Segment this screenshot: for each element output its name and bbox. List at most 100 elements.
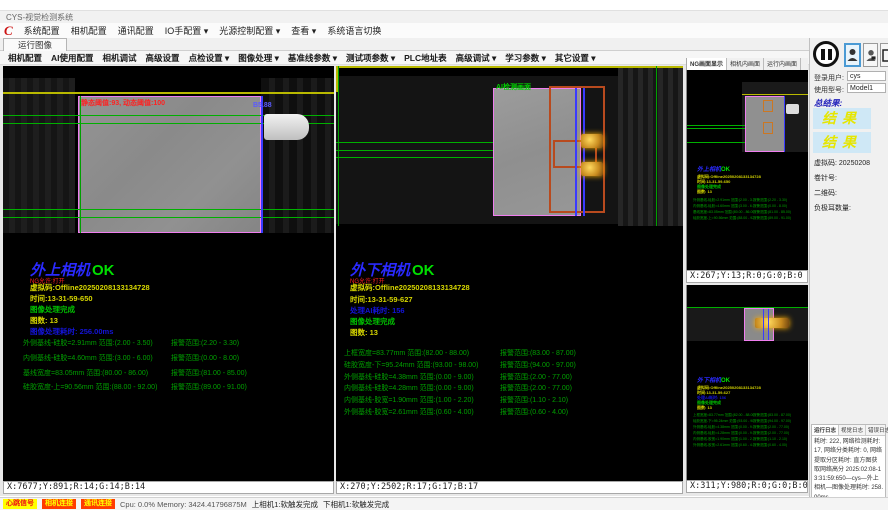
measurement-alarm: 报警范围:(2.00 - 77.00) (500, 383, 572, 393)
virtual-code-label: 虚拟码: 20250208 (814, 158, 870, 168)
overlay-green-vline (656, 66, 657, 226)
log-panel: 运行日志 视觉日志 错误日志 耗时: 222, 网络检测耗时: 17, 网络分类… (811, 424, 886, 505)
tab-connector (264, 114, 309, 140)
upper-camera-trigger-text: 上相机1:软触发完成 (252, 499, 318, 510)
mini-count-line: 图数: 13 (697, 405, 712, 411)
measurement-alarm: 报警范围:(89.00 - 91.00) (753, 216, 805, 221)
measurement-value: 上框宽度=83.77mm 范围:(82.00 - 88.00) (344, 348, 500, 358)
mini-measurement-row: 内侧基线-胶宽=1.90mm 范围:(1.00 - 2.20) 报警范围:(1.… (693, 437, 805, 442)
tool-spot-check[interactable]: 点检设置 ▾ (189, 52, 230, 64)
virtual-code-line: 虚拟码:Offline20250208133134728 (30, 282, 150, 293)
model-field[interactable]: Model1 (847, 83, 886, 93)
preview-tab-run[interactable]: 运行内画面 (764, 58, 801, 70)
menu-comm-config[interactable]: 通讯配置 (118, 24, 154, 37)
menu-light-config[interactable]: 光源控制配置 ▾ (219, 24, 280, 37)
camera-name: 外上相机 (697, 167, 721, 173)
overlay-green-hline (687, 142, 745, 143)
measurement-value: 外侧基线-硅胶=4.38mm 范围:(0.00 - 9.00) (344, 372, 500, 382)
tool-camera-config[interactable]: 相机配置 (8, 52, 42, 64)
preview-upper-camera[interactable]: 外上相机OK 虚拟码:Offline20250208133134728 时间:1… (686, 70, 808, 270)
status-bar: 心跳信号 相机连接 通讯连接 Cpu: 0.0% Memory: 3424.41… (0, 497, 888, 510)
gold-tab-spot (755, 318, 789, 328)
overlay-blue-vline (575, 88, 577, 216)
tab-connector (786, 104, 799, 114)
log-text[interactable]: 耗时: 222, 网络检测耗时: 17, 网络分类耗时: 0, 网络提取分区耗时… (812, 436, 885, 505)
measurement-value: 硅胶宽度-下=95.24mm 范围:(93.00 - 98.00) (344, 360, 500, 370)
overlay-blue-vline (583, 88, 585, 216)
measurement-value: 内侧基线-硅胶=4.60mm 范围:(3.00 - 6.00) (23, 353, 171, 363)
measurement-value: 硅胶宽度-上=90.56mm 范围:(88.00 - 92.00) (693, 216, 753, 221)
tool-plc-table[interactable]: PLC地址表 (404, 52, 447, 64)
qr-code-label: 二维码: (814, 188, 837, 198)
measurement-value: 内侧基线-硅胶=4.60mm 范围:(3.00 - 6.00) (693, 204, 753, 209)
result-ok: OK (412, 262, 435, 279)
login-user-field[interactable]: cys (847, 71, 886, 81)
mini-measurement-row: 外侧基线-胶宽=2.61mm 范围:(0.60 - 4.00) 报警范围:(0.… (693, 443, 805, 448)
log-tab-vision[interactable]: 视觉日志 (839, 425, 866, 435)
exit-door-icon (882, 49, 888, 62)
user-login-button[interactable] (844, 43, 861, 67)
tool-ai-config[interactable]: AI使用配置 (51, 52, 94, 64)
measurement-alarm: 报警范围:(2.20 - 3.30) (171, 338, 239, 348)
menu-camera-config[interactable]: 相机配置 (71, 24, 107, 37)
preview-tab-camera[interactable]: 相机内画面 (727, 58, 764, 70)
measurement-alarm: 报警范围:(89.00 - 91.00) (171, 382, 247, 392)
measurement-row: 外侧基线-硅胶=4.38mm 范围:(0.00 - 9.00) 报警范围:(2.… (344, 372, 572, 382)
overlay-blue-vline (784, 96, 785, 152)
camera-view-lower[interactable]: AI检测画面 外下相机OK NG允许:打开 虚拟码:Offline2025020… (336, 66, 683, 481)
tool-image-process[interactable]: 图像处理 ▾ (238, 52, 279, 64)
menu-view[interactable]: 查看 ▾ (291, 24, 316, 37)
camera-view-upper[interactable]: 静态阈值:93, 动态阈值:100 B5.88 外上相机OK NG允许:打开 虚… (3, 66, 334, 481)
window-title: CYS-视觉检测系统 (0, 10, 888, 23)
mini-measurement-row: 内侧基线-硅胶=4.60mm 范围:(3.00 - 6.00) 报警范围:(0.… (693, 204, 805, 209)
measurement-value: 基线宽度=83.05mm 范围:(80.00 - 86.00) (693, 210, 753, 215)
measurement-value: 外侧基线-硅胶=4.38mm 范围:(0.00 - 9.00) (693, 425, 753, 430)
tab-run-image[interactable]: 运行图像 (3, 38, 67, 51)
measurement-value: 硅胶宽度-上=90.56mm 范围:(88.00 - 92.00) (23, 382, 171, 392)
gold-tab-spot (581, 134, 603, 148)
measurement-alarm: 报警范围:(0.00 - 8.00) (753, 204, 805, 209)
tool-test-params[interactable]: 测试项参数 ▾ (346, 52, 395, 64)
roll-needle-label: 卷针号: (814, 173, 837, 183)
log-tab-bar: 运行日志 视觉日志 错误日志 (812, 425, 885, 436)
mini-measurement-row: 内侧基线-硅胶=4.28mm 范围:(0.00 - 9.00) 报警范围:(2.… (693, 431, 805, 436)
measurement-row: 硅胶宽度-下=95.24mm 范围:(93.00 - 98.00) 报警范围:(… (344, 360, 576, 370)
log-tab-run[interactable]: 运行日志 (812, 425, 839, 435)
menu-language-switch[interactable]: 系统语言切换 (327, 24, 381, 37)
overlay-green-hline (3, 209, 334, 210)
result-ok: OK (721, 167, 730, 173)
measurement-alarm: 报警范围:(94.00 - 97.00) (500, 360, 576, 370)
tool-other-settings[interactable]: 其它设置 ▾ (555, 52, 596, 64)
frame-count-line: 图数: 13 (30, 315, 58, 326)
measurement-value: 内侧基线-硅胶=4.28mm 范围:(0.00 - 9.00) (344, 383, 500, 393)
measurement-alarm: 报警范围:(0.60 - 4.00) (500, 407, 568, 417)
cursor-status-upper: X:7677;Y:891;R:14;G:14;B:14 (3, 481, 334, 494)
process-done-line: 图像处理完成 (350, 316, 395, 327)
heartbeat-badge: 心跳信号 (3, 499, 37, 509)
tab-strip: 运行图像 (0, 38, 888, 51)
exit-button[interactable] (880, 43, 888, 67)
tool-advanced-debug[interactable]: 高级调试 ▾ (456, 52, 497, 64)
user-manage-button[interactable] (863, 43, 878, 67)
mini-measurement-row: 外侧基线-硅胶=2.91mm 范围:(2.00 - 3.50) 报警范围:(2.… (693, 198, 805, 203)
measurement-alarm: 报警范围:(0.60 - 4.00) (753, 443, 805, 448)
mini-count-line: 图数: 13 (697, 189, 712, 195)
tool-camera-debug[interactable]: 相机调试 (103, 52, 137, 64)
overlay-orange-rect (763, 100, 773, 112)
measurement-value: 外侧基线-硅胶=2.91mm 范围:(2.00 - 3.50) (23, 338, 171, 348)
overlay-green-hline (687, 125, 745, 126)
mini-measurement-row: 硅胶宽度-上=90.56mm 范围:(88.00 - 92.00) 报警范围:(… (693, 216, 805, 221)
process-done-line: 图像处理完成 (30, 304, 75, 315)
preview-lower-camera[interactable]: 外下相机OK 虚拟码:Offline20250208133134728 时间:1… (686, 285, 808, 480)
preview-tab-ng[interactable]: NG画面显示 (687, 58, 727, 70)
tool-advanced-settings[interactable]: 高级设置 (146, 52, 180, 64)
tool-baseline-params[interactable]: 基准线参数 ▾ (288, 52, 337, 64)
pause-button[interactable] (813, 41, 839, 67)
menu-system-config[interactable]: 系统配置 (24, 24, 60, 37)
measurement-row: 内侧基线-胶宽=1.90mm 范围:(1.00 - 2.20) 报警范围:(1.… (344, 395, 568, 405)
menu-io-config[interactable]: IO手配置 ▾ (165, 24, 209, 37)
user-icon (847, 48, 858, 62)
log-tab-error[interactable]: 错误日志 (866, 425, 888, 435)
preview-lower-status: X:311;Y:980;R:0;G:0;B:0 (686, 480, 808, 493)
tool-learning-params[interactable]: 学习参数 ▾ (505, 52, 546, 64)
